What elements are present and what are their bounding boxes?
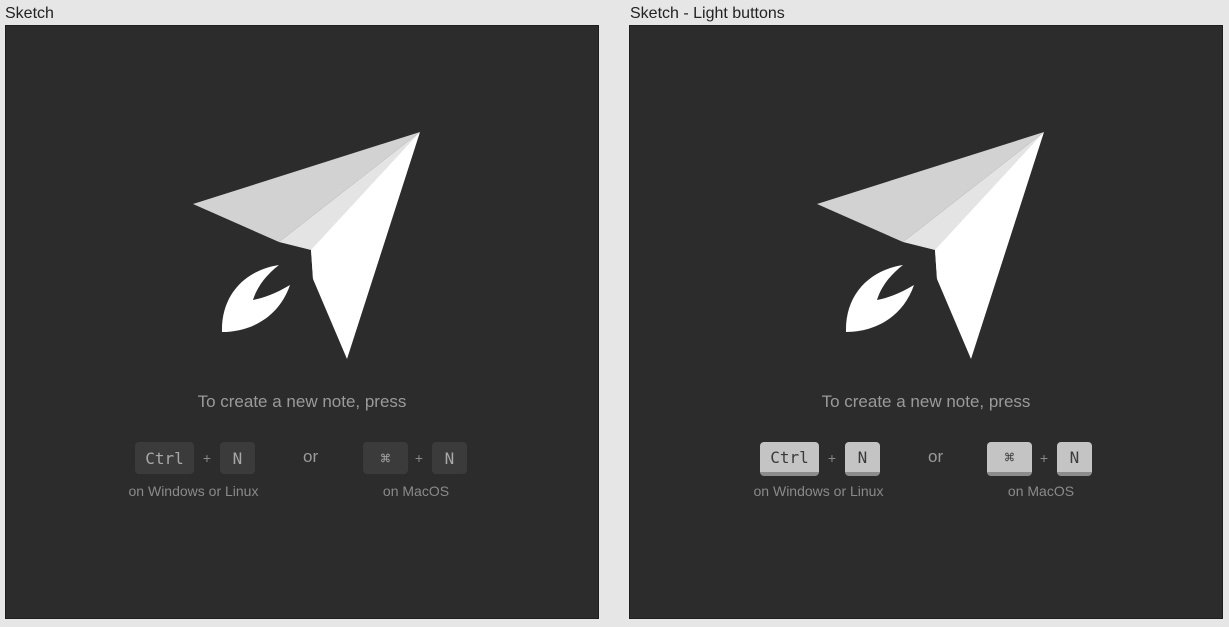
paper-plane-rocket-icon [817,132,1044,359]
macos-caption: on MacOS [382,483,450,499]
or-separator: or [928,447,944,466]
ctrl-key: Ctrl [760,442,819,476]
rocket-flame [221,265,290,332]
n-key: N [220,442,255,474]
frame-title-sketch: Sketch [5,5,54,22]
macos-caption: on MacOS [1007,483,1075,499]
command-key: ⌘ [987,442,1032,476]
rocket-flame [845,265,914,332]
frame-title-sketch-light-buttons: Sketch - Light buttons [630,5,785,22]
or-separator: or [303,447,319,466]
plus-sign: + [414,450,424,466]
n-key: N [432,442,467,474]
sketch-light-buttons-frame: To create a new note, press Ctrl + N or … [629,25,1223,619]
sketch-frame: To create a new note, press Ctrl + N or … [5,25,599,619]
ctrl-key: Ctrl [135,442,194,474]
plus-sign: + [1039,450,1049,466]
n-key: N [845,442,880,476]
windows-linux-caption: on Windows or Linux [753,483,884,499]
paper-plane-rocket-icon [193,132,420,359]
new-note-prompt: To create a new note, press [197,392,407,411]
new-note-prompt: To create a new note, press [821,392,1031,411]
plus-sign: + [202,450,212,466]
n-key: N [1057,442,1092,476]
command-key: ⌘ [363,442,408,474]
windows-linux-caption: on Windows or Linux [128,483,259,499]
plus-sign: + [827,450,837,466]
